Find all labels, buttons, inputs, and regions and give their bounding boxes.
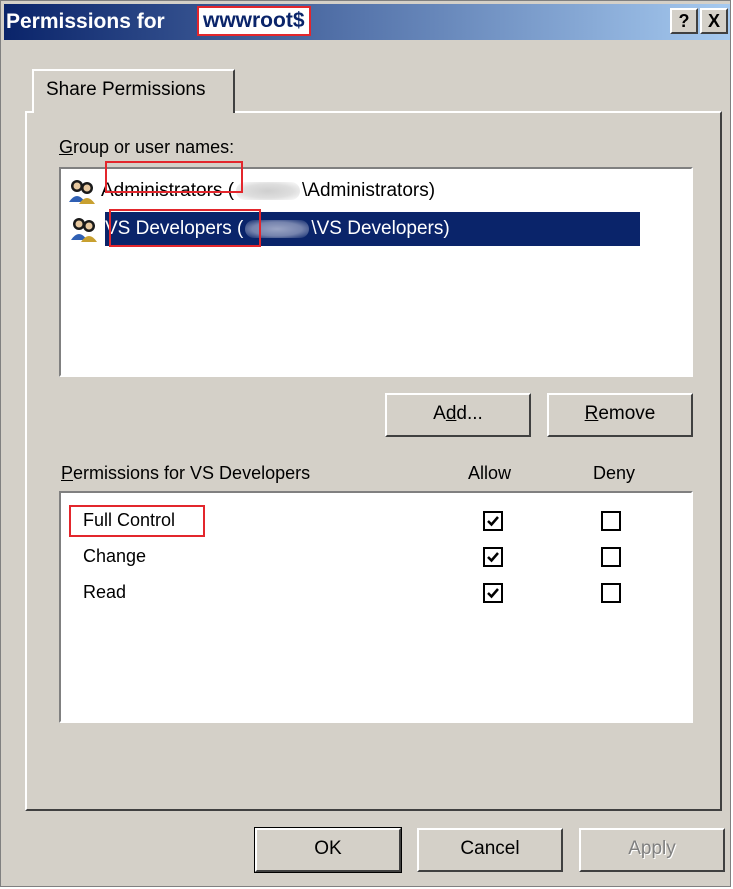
permissions-dialog: Permissions for wwwroot$ ? X Share Permi…: [0, 0, 731, 887]
apply-button[interactable]: Apply: [579, 828, 725, 872]
cancel-button[interactable]: Cancel: [417, 828, 563, 872]
permission-name-read: Read: [83, 582, 127, 602]
annotation-highlight-administrators: [105, 161, 243, 193]
allow-checkbox-read[interactable]: [483, 583, 503, 603]
user-detail-suffix: \VS Developers): [311, 218, 450, 239]
deny-header: Deny: [593, 463, 636, 483]
user-group-icon: [67, 178, 97, 204]
deny-checkbox-change[interactable]: [601, 547, 621, 567]
group-names-label: Group or user names:: [59, 137, 235, 157]
allow-checkbox-change[interactable]: [483, 547, 503, 567]
remove-button[interactable]: Remove: [547, 393, 693, 437]
redacted-domain: [236, 181, 301, 200]
window-title: Permissions for wwwroot$: [4, 6, 311, 36]
apply-button-label: Apply: [628, 838, 676, 859]
permission-name-change: Change: [83, 546, 147, 566]
tab-share-permissions[interactable]: Share Permissions: [32, 69, 235, 113]
remove-button-label: Remove: [584, 403, 656, 424]
close-button[interactable]: X: [700, 8, 728, 34]
add-button[interactable]: Add...: [385, 393, 531, 437]
title-share-name: wwwroot$: [197, 6, 311, 36]
ok-button[interactable]: OK: [254, 827, 402, 873]
group-names-label-rest: roup or user names:: [73, 137, 235, 157]
title-bar[interactable]: Permissions for wwwroot$ ? X: [4, 4, 730, 40]
permissions-list: Full Control Change Read: [59, 491, 693, 723]
permissions-label-rest: ermissions for VS Developers: [73, 463, 311, 483]
user-list[interactable]: Administrators (\Administrators) VS Deve…: [59, 161, 693, 377]
user-detail-suffix: \Administrators): [302, 180, 436, 201]
deny-checkbox-read[interactable]: [601, 583, 621, 603]
permissions-label: Permissions for VS Developers: [61, 463, 311, 483]
annotation-highlight-vs-developers: [109, 209, 261, 247]
user-group-icon: [69, 216, 99, 242]
help-button[interactable]: ?: [670, 8, 698, 34]
allow-header: Allow: [468, 463, 512, 483]
add-button-label: Add...: [433, 403, 483, 424]
deny-checkbox-full-control[interactable]: [601, 511, 621, 531]
allow-checkbox-full-control[interactable]: [483, 511, 503, 531]
title-prefix: Permissions for: [6, 10, 165, 33]
annotation-highlight-full-control: [69, 505, 205, 537]
